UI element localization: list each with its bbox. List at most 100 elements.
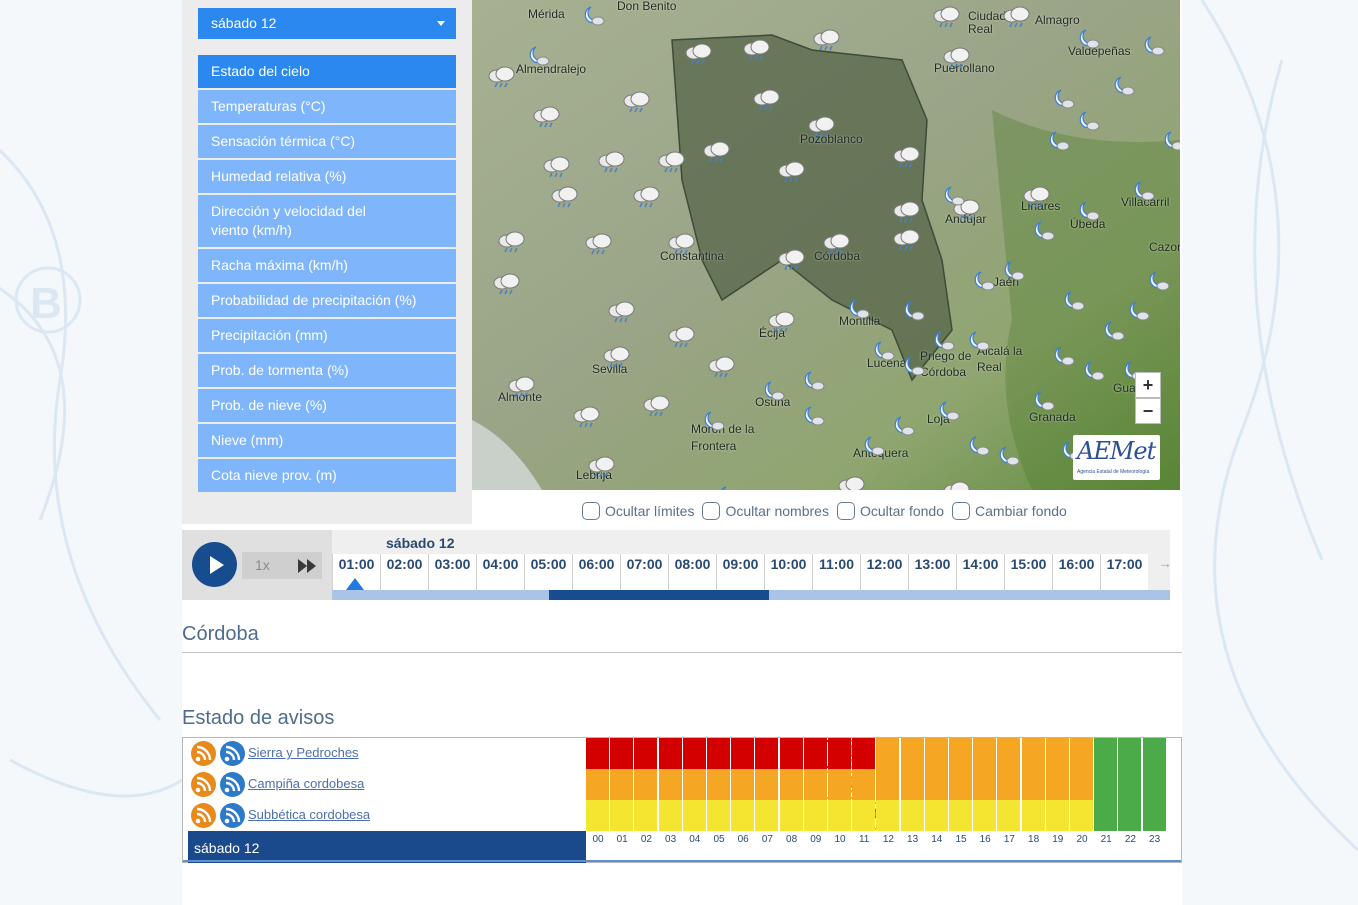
warning-hour-cell[interactable] bbox=[707, 800, 730, 831]
warning-hour-cell[interactable] bbox=[876, 738, 900, 769]
warning-hour-cell[interactable] bbox=[658, 800, 682, 831]
fast-forward-icon[interactable] bbox=[298, 559, 316, 573]
option-ocultar-limites[interactable]: Ocultar límites bbox=[582, 502, 694, 520]
warning-hour-cell[interactable] bbox=[900, 800, 924, 831]
layer-item-sensacion-termica[interactable]: Sensación térmica (°C) bbox=[198, 125, 456, 160]
warning-hour-cell[interactable] bbox=[634, 769, 658, 800]
timeline-hour[interactable]: 17:00 bbox=[1100, 554, 1148, 590]
layer-item-precipitacion[interactable]: Precipitación (mm) bbox=[198, 319, 456, 354]
warning-hour-cell[interactable] bbox=[1142, 800, 1166, 831]
zoom-in-button[interactable]: + bbox=[1135, 372, 1161, 398]
warning-hour-cell[interactable] bbox=[634, 738, 658, 769]
layer-item-temperaturas[interactable]: Temperaturas (°C) bbox=[198, 90, 456, 125]
checkbox[interactable] bbox=[836, 502, 855, 520]
rss-orange-icon[interactable] bbox=[191, 803, 216, 828]
timeline-hour[interactable]: 13:00 bbox=[908, 554, 956, 590]
warning-hour-cell[interactable] bbox=[779, 800, 803, 831]
warning-hour-cell[interactable] bbox=[682, 738, 706, 769]
warning-hour-cell[interactable] bbox=[610, 738, 634, 769]
rss-blue-icon[interactable] bbox=[220, 772, 245, 797]
checkbox[interactable] bbox=[952, 502, 971, 520]
warning-hour-cell[interactable] bbox=[997, 769, 1021, 800]
warning-hour-cell[interactable] bbox=[610, 769, 634, 800]
warning-hour-cell[interactable] bbox=[1070, 738, 1093, 769]
timeline-hour[interactable]: 09:00 bbox=[716, 554, 764, 590]
timeline-hour[interactable]: 05:00 bbox=[524, 554, 572, 590]
layer-item-nieve[interactable]: Nieve (mm) bbox=[198, 424, 456, 459]
warning-hour-cell[interactable] bbox=[731, 800, 755, 831]
warning-hour-cell[interactable] bbox=[586, 738, 609, 769]
warning-hour-cell[interactable] bbox=[803, 800, 827, 831]
warning-hour-cell[interactable] bbox=[828, 738, 851, 769]
warning-hour-cell[interactable] bbox=[1021, 800, 1045, 831]
warning-hour-cell[interactable] bbox=[828, 800, 851, 831]
warning-hour-cell[interactable] bbox=[900, 769, 924, 800]
warning-hour-cell[interactable] bbox=[997, 800, 1021, 831]
warning-hour-cell[interactable] bbox=[779, 769, 803, 800]
warning-hour-cell[interactable] bbox=[852, 769, 876, 800]
zoom-out-button[interactable]: − bbox=[1135, 398, 1161, 424]
timeline-hour[interactable]: 03:00 bbox=[428, 554, 476, 590]
timeline-hour[interactable]: 08:00 bbox=[668, 554, 716, 590]
warning-hour-cell[interactable] bbox=[1094, 800, 1118, 831]
warning-hour-cell[interactable] bbox=[707, 738, 730, 769]
warning-hour-cell[interactable] bbox=[924, 738, 948, 769]
warning-hour-cell[interactable] bbox=[900, 738, 924, 769]
warning-hour-cell[interactable] bbox=[682, 769, 706, 800]
warning-hour-cell[interactable] bbox=[803, 769, 827, 800]
warning-hour-cell[interactable] bbox=[876, 769, 900, 800]
timeline-current-marker[interactable] bbox=[346, 578, 364, 590]
warning-hour-cell[interactable] bbox=[634, 800, 658, 831]
checkbox[interactable] bbox=[702, 502, 721, 520]
play-button[interactable] bbox=[192, 542, 237, 587]
timeline-hour[interactable]: 11:00 bbox=[812, 554, 860, 590]
warning-hour-cell[interactable] bbox=[973, 738, 997, 769]
weather-map[interactable]: Mérida Don Benito Ciudad Real Almagro Va… bbox=[472, 0, 1180, 490]
warning-hour-cell[interactable] bbox=[610, 800, 634, 831]
warning-hour-cell[interactable] bbox=[924, 800, 948, 831]
warning-hour-cell[interactable] bbox=[852, 738, 876, 769]
warning-hour-cell[interactable] bbox=[1045, 738, 1069, 769]
layer-item-cota-nieve[interactable]: Cota nieve prov. (m) bbox=[198, 459, 456, 494]
warning-hour-cell[interactable] bbox=[852, 800, 876, 831]
warning-zone-name[interactable]: Campiña cordobesa bbox=[248, 776, 364, 791]
rss-orange-icon[interactable] bbox=[191, 772, 216, 797]
warning-hour-cell[interactable] bbox=[755, 800, 779, 831]
warning-hour-cell[interactable] bbox=[707, 769, 730, 800]
warning-hour-cell[interactable] bbox=[1045, 769, 1069, 800]
timeline-hour[interactable]: 15:00 bbox=[1004, 554, 1052, 590]
warning-hour-cell[interactable] bbox=[949, 769, 972, 800]
warning-hour-cell[interactable] bbox=[682, 800, 706, 831]
layer-item-estado-cielo[interactable]: Estado del cielo bbox=[198, 55, 456, 90]
warning-hour-cell[interactable] bbox=[1142, 769, 1166, 800]
warning-hour-cell[interactable] bbox=[973, 769, 997, 800]
warning-zone-name[interactable]: Sierra y Pedroches bbox=[248, 745, 359, 760]
warning-hour-cell[interactable] bbox=[924, 769, 948, 800]
warning-hour-cell[interactable] bbox=[1070, 800, 1093, 831]
layer-item-viento[interactable]: Dirección y velocidad del viento (km/h) bbox=[198, 195, 456, 249]
layer-item-prob-tormenta[interactable]: Prob. de tormenta (%) bbox=[198, 354, 456, 389]
day-dropdown[interactable]: sábado 12 bbox=[198, 8, 456, 39]
warning-hour-cell[interactable] bbox=[779, 738, 803, 769]
warning-hour-cell[interactable] bbox=[755, 738, 779, 769]
warning-zone-name[interactable]: Subbética cordobesa bbox=[248, 807, 370, 822]
warning-hour-cell[interactable] bbox=[1021, 738, 1045, 769]
timeline-hour[interactable]: 02:00 bbox=[380, 554, 428, 590]
warning-hour-cell[interactable] bbox=[658, 738, 682, 769]
warning-hour-cell[interactable] bbox=[731, 738, 755, 769]
timeline[interactable]: sábado 12 < 01:0002:0003:0004:0005:0006:… bbox=[332, 530, 1172, 600]
layer-item-racha[interactable]: Racha máxima (km/h) bbox=[198, 249, 456, 284]
warning-hour-cell[interactable] bbox=[1070, 769, 1093, 800]
option-ocultar-fondo[interactable]: Ocultar fondo bbox=[836, 502, 944, 520]
warning-hour-cell[interactable] bbox=[586, 800, 609, 831]
warning-hour-cell[interactable] bbox=[828, 769, 851, 800]
layer-item-prob-nieve[interactable]: Prob. de nieve (%) bbox=[198, 389, 456, 424]
warning-hour-cell[interactable] bbox=[1094, 738, 1118, 769]
timeline-hour[interactable]: 06:00 bbox=[572, 554, 620, 590]
option-cambiar-fondo[interactable]: Cambiar fondo bbox=[952, 502, 1067, 520]
rss-blue-icon[interactable] bbox=[220, 803, 245, 828]
timeline-next-arrow[interactable]: → bbox=[1158, 555, 1172, 571]
warning-hour-cell[interactable] bbox=[997, 738, 1021, 769]
warning-hour-cell[interactable] bbox=[949, 800, 972, 831]
rss-blue-icon[interactable] bbox=[220, 741, 245, 766]
